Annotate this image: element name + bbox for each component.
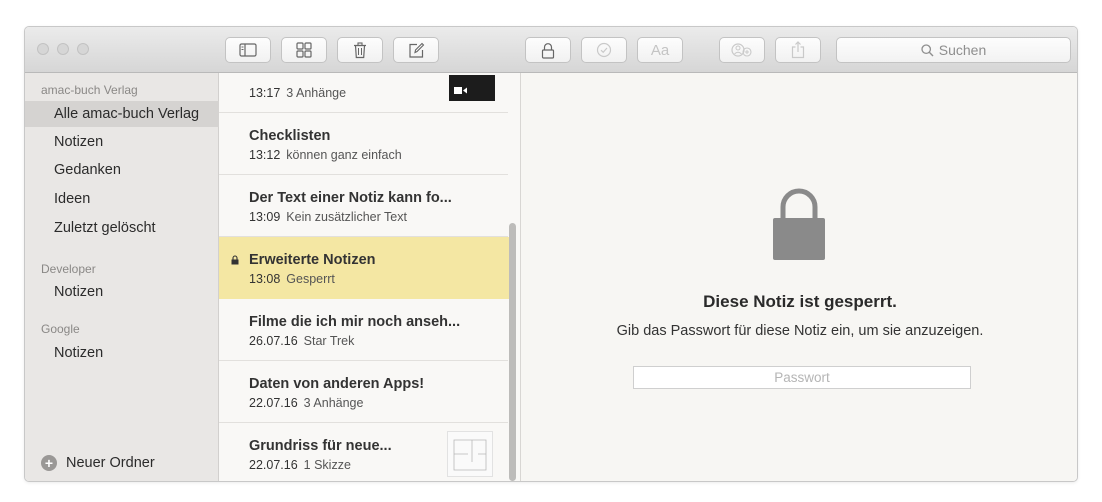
- note-item-der-text[interactable]: Der Text einer Notiz kann fo... 13:09 Kei…: [219, 175, 508, 237]
- note-meta: 13:12 können ganz einfach: [249, 148, 402, 162]
- minimize-window-button[interactable]: [57, 43, 69, 55]
- locked-title: Diese Notiz ist gesperrt.: [703, 292, 897, 311]
- plus-icon: +: [41, 455, 57, 471]
- compose-icon: [408, 42, 424, 58]
- note-meta: 13:08 Gesperrt: [249, 272, 335, 286]
- sidebar-toggle-icon: [239, 43, 257, 57]
- folder-google-notizen[interactable]: Notizen: [25, 340, 219, 366]
- delete-note-button[interactable]: [337, 37, 383, 63]
- new-folder-button[interactable]: + Neuer Ordner: [41, 455, 155, 471]
- note-meta: 26.07.16 Star Trek: [249, 334, 355, 348]
- note-title: Daten von anderen Apps!: [249, 376, 425, 392]
- search-field[interactable]: Suchen: [836, 37, 1071, 63]
- note-title: Erweiterte Notizen: [249, 252, 376, 268]
- format-button[interactable]: Aa: [637, 37, 683, 63]
- folder-developer-notizen[interactable]: Notizen: [25, 279, 219, 305]
- account-header-developer: Developer: [41, 262, 96, 276]
- note-title: Checklisten: [249, 128, 331, 144]
- attachments-grid-icon: [296, 42, 312, 58]
- note-item-grundriss[interactable]: Grundriss für neue... 22.07.16 1 Skizze: [219, 423, 508, 481]
- floorplan-sketch-icon: [453, 439, 487, 471]
- note-item-erweiterte-notizen[interactable]: Erweiterte Notizen 13:08 Gesperrt: [219, 237, 509, 299]
- lock-icon: [231, 255, 239, 265]
- zoom-window-button[interactable]: [77, 43, 89, 55]
- folders-sidebar: amac-buch Verlag Alle amac-buch Verlag N…: [25, 73, 219, 481]
- new-folder-label: Neuer Ordner: [66, 455, 155, 471]
- attachments-browser-button[interactable]: [281, 37, 327, 63]
- sketch-thumbnail: [447, 431, 493, 477]
- video-thumbnail: [449, 75, 495, 101]
- note-item-daten[interactable]: Daten von anderen Apps! 22.07.16 3 Anhäng…: [219, 361, 508, 423]
- note-list: 13:17 3 Anhänge Checklisten 13:12 können g…: [219, 73, 521, 481]
- toolbar: Aa Suchen: [25, 27, 1077, 73]
- note-title: Grundriss für neue...: [249, 438, 392, 454]
- account-header-google: Google: [41, 322, 80, 336]
- search-icon: [921, 43, 934, 56]
- password-field[interactable]: [633, 366, 971, 389]
- checklist-button[interactable]: [581, 37, 627, 63]
- lock-icon: [541, 42, 555, 59]
- note-item-checklisten[interactable]: Checklisten 13:12 können ganz einfach: [219, 113, 508, 175]
- note-detail: Diese Notiz ist gesperrt. Gib das Passwo…: [521, 73, 1077, 481]
- note-item-attachments[interactable]: 13:17 3 Anhänge: [219, 73, 508, 113]
- folder-ideen[interactable]: Ideen: [25, 186, 219, 212]
- trash-icon: [354, 41, 366, 58]
- lock-note-button[interactable]: [525, 37, 571, 63]
- folder-notizen[interactable]: Notizen: [25, 129, 219, 155]
- checklist-icon: [596, 42, 612, 58]
- new-note-button[interactable]: [393, 37, 439, 63]
- large-lock-icon: [773, 188, 825, 260]
- notes-window: Aa Suchen amac-buch Verlag Alle amac-buc…: [24, 26, 1078, 482]
- toggle-sidebar-button[interactable]: [225, 37, 271, 63]
- folder-zuletzt-geloescht[interactable]: Zuletzt gelöscht: [25, 215, 219, 241]
- note-meta: 22.07.16 3 Anhänge: [249, 396, 364, 410]
- note-meta: 13:09 Kein zusätzlicher Text: [249, 210, 407, 224]
- note-list-scrollbar[interactable]: [509, 223, 516, 481]
- note-meta: 13:17 3 Anhänge: [249, 86, 347, 100]
- video-camera-icon: [454, 87, 467, 94]
- locked-message: Gib das Passwort für diese Notiz ein, um…: [616, 323, 984, 339]
- share-button[interactable]: [775, 37, 821, 63]
- search-placeholder: Suchen: [938, 42, 987, 58]
- note-title: Der Text einer Notiz kann fo...: [249, 190, 452, 206]
- share-icon: [791, 41, 805, 59]
- note-meta: 22.07.16 1 Skizze: [249, 458, 351, 472]
- close-window-button[interactable]: [37, 43, 49, 55]
- note-title: Filme die ich mir noch anseh...: [249, 314, 461, 330]
- add-people-button[interactable]: [719, 37, 765, 63]
- font-icon: Aa: [650, 41, 670, 59]
- folder-alle-amac-buch-verlag[interactable]: Alle amac-buch Verlag: [25, 101, 219, 127]
- account-header-amac: amac-buch Verlag: [41, 83, 138, 97]
- add-people-icon: [731, 43, 752, 57]
- folder-gedanken[interactable]: Gedanken: [25, 157, 219, 183]
- note-item-filme[interactable]: Filme die ich mir noch anseh... 26.07.16…: [219, 299, 508, 361]
